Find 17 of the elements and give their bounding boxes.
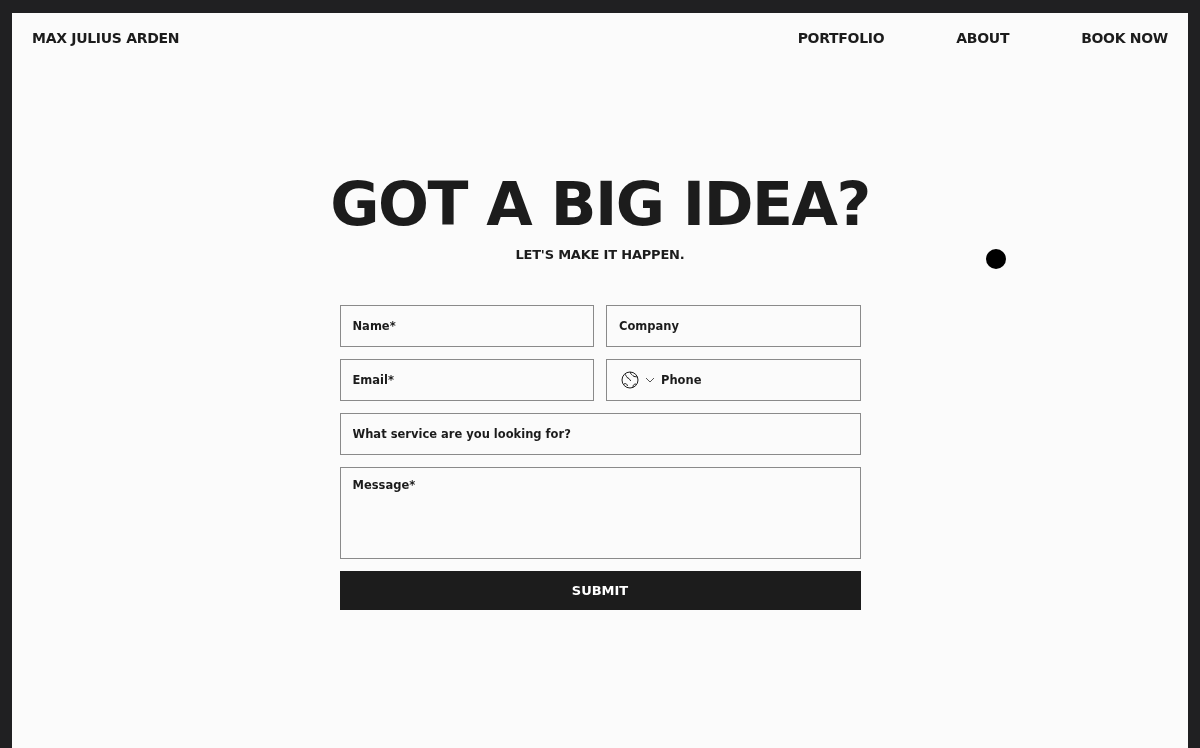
text-field[interactable]: Name* [339,305,594,347]
nav-link[interactable]: PORTFOLIO [797,30,885,46]
nav-link[interactable]: ABOUT [956,30,1010,46]
text-field[interactable]: Company [606,305,861,347]
cursor-dot [986,249,1006,269]
phone-field[interactable]: Phone [606,359,861,401]
nav-link[interactable]: BOOK NOW [1081,30,1168,46]
message-field[interactable]: Message* [339,467,861,559]
brand-name: MAX JULIUS ARDEN [32,30,180,46]
page-heading: GOT A BIG IDEA? [330,174,870,234]
phone-input[interactable]: Phone [661,373,860,387]
text-field[interactable]: Email* [339,359,594,401]
page-subheading: LET'S MAKE IT HAPPEN. [515,247,685,262]
text-field[interactable]: What service are you looking for? [339,413,861,455]
chevron-down-icon[interactable] [645,377,655,383]
submit-button[interactable]: SUBMIT [339,571,861,610]
globe-icon[interactable] [621,371,639,389]
